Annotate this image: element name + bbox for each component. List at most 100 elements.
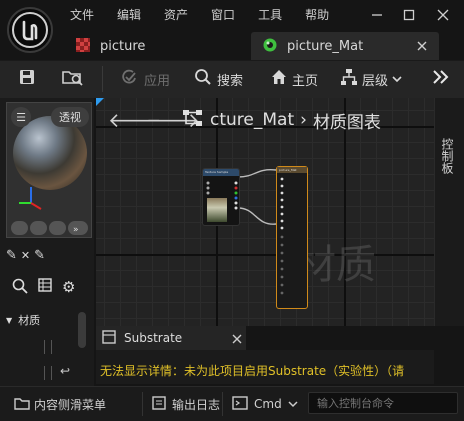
search-icon[interactable] <box>12 278 28 300</box>
preview-shape-plane[interactable] <box>49 221 66 235</box>
search-icon <box>194 68 212 90</box>
apply-label: 应用 <box>144 73 171 89</box>
status-separator <box>142 392 143 416</box>
texture-sample-node[interactable]: Texture Sample <box>202 168 240 226</box>
substrate-warning-message: 无法显示详情：未为此项目启用Substrate（实验性）（请 <box>100 364 405 378</box>
preview-shape-cylinder[interactable] <box>30 221 47 235</box>
graph-navigation-bar: 🡐 🡒 cture_Mat › 材质图表 <box>96 102 434 138</box>
chevron-down-icon <box>392 72 402 87</box>
gear-icon[interactable]: ⚙ <box>62 278 75 300</box>
hierarchy-icon <box>340 68 358 90</box>
texture-thumbnail <box>207 198 227 222</box>
hamburger-icon: ☰ <box>16 110 26 124</box>
material-preview-viewport[interactable]: ☰ 透视 » <box>6 102 92 238</box>
tab-label: picture <box>100 38 146 54</box>
save-icon <box>18 68 36 90</box>
console-command-input[interactable] <box>308 392 458 414</box>
content-drawer-icon <box>14 396 30 413</box>
hierarchy-dropdown[interactable]: 层级 <box>340 68 402 90</box>
preview-shape-more[interactable]: » <box>68 221 88 235</box>
close-icon[interactable] <box>232 333 242 347</box>
details-toolbar: ⚙ <box>12 278 92 300</box>
node-header: picture_Mat <box>277 167 307 173</box>
double-chevron-right-icon: » <box>73 225 79 235</box>
save-button[interactable] <box>18 68 36 90</box>
tab-label: picture_Mat <box>287 38 364 54</box>
left-scrollbar[interactable] <box>78 312 86 348</box>
close-icon[interactable]: ✕ <box>21 249 30 262</box>
node-header: Texture Sample <box>203 169 239 176</box>
output-log-label: 输出日志 <box>172 397 221 412</box>
content-drawer-button[interactable]: 内容侧滑菜单 <box>14 394 106 414</box>
reset-icon[interactable]: ↩ <box>60 364 70 378</box>
edit-icon[interactable]: ✎ <box>34 248 45 263</box>
apply-icon <box>120 68 138 90</box>
tab-picture[interactable]: picture <box>62 32 248 60</box>
right-side-strip <box>434 98 464 326</box>
menu-edit[interactable]: 编辑 <box>117 6 141 24</box>
graph-watermark: 材质 <box>296 242 376 288</box>
graph-hierarchy-icon[interactable] <box>182 108 204 133</box>
node-pins <box>280 177 284 295</box>
content-drawer-label: 内容侧滑菜单 <box>34 397 107 412</box>
output-log-button[interactable]: 输出日志 <box>152 394 220 414</box>
axis-gizmo-icon <box>17 181 47 214</box>
viewport-menu-button[interactable]: ☰ <box>11 107 31 127</box>
double-chevron-right-icon <box>432 69 450 89</box>
menu-asset[interactable]: 资产 <box>164 6 188 24</box>
output-log-icon <box>152 395 166 413</box>
menu-bar: 文件 编辑 资产 窗口 工具 帮助 <box>70 6 352 24</box>
unreal-logo-icon[interactable] <box>7 7 53 53</box>
toolbar-separator <box>102 66 103 92</box>
minimize-button[interactable] <box>362 2 392 28</box>
node-title: picture_Mat <box>279 168 297 172</box>
palette-tab[interactable]: 控制板 <box>436 138 456 174</box>
home-icon <box>270 68 288 90</box>
browse-button[interactable] <box>62 68 84 90</box>
status-separator <box>222 392 223 416</box>
texture-asset-icon <box>76 37 90 55</box>
material-result-node[interactable]: picture_Mat <box>276 166 308 309</box>
close-tab-icon[interactable] <box>417 40 427 54</box>
terminal-icon <box>232 395 248 413</box>
preview-shape-sphere[interactable] <box>11 221 28 235</box>
substrate-icon <box>102 329 116 347</box>
breadcrumb-asset[interactable]: cture_Mat <box>210 110 294 130</box>
menu-tools[interactable]: 工具 <box>258 6 282 24</box>
chevron-right-icon: › <box>300 110 307 130</box>
home-label: 主页 <box>292 73 319 89</box>
preview-sphere <box>13 116 87 190</box>
property-handle[interactable] <box>44 340 52 354</box>
cmd-label: Cmd <box>254 397 282 411</box>
menu-file[interactable]: 文件 <box>70 6 94 24</box>
search-button[interactable]: 搜索 <box>194 68 243 90</box>
menu-window[interactable]: 窗口 <box>211 6 235 24</box>
grid-view-icon[interactable] <box>38 278 52 300</box>
forward-arrow-icon[interactable]: 🡒 <box>146 108 200 132</box>
edit-icon[interactable]: ✎ <box>6 248 17 263</box>
close-window-button[interactable] <box>428 2 458 28</box>
triangle-down-icon: ▼ <box>6 315 13 325</box>
details-list: ↩ <box>6 334 76 384</box>
material-asset-icon <box>263 38 277 55</box>
search-label: 搜索 <box>217 73 244 89</box>
breadcrumb: cture_Mat › 材质图表 <box>182 108 381 133</box>
tab-picture-mat[interactable]: picture_Mat <box>251 32 439 60</box>
left-panel-tabs: ✎ ✕ ✎ <box>6 244 92 266</box>
folder-search-icon <box>62 68 84 90</box>
node-title: Texture Sample <box>205 170 229 174</box>
toolbar-overflow-button[interactable] <box>432 68 450 90</box>
category-material[interactable]: ▼ 材质 <box>6 310 76 330</box>
cmd-dropdown[interactable]: Cmd <box>232 394 298 414</box>
perspective-button[interactable]: 透视 <box>51 107 89 127</box>
chevron-down-icon <box>288 397 298 411</box>
maximize-button[interactable] <box>394 2 424 28</box>
apply-button[interactable]: 应用 <box>120 68 170 90</box>
menu-help[interactable]: 帮助 <box>305 6 329 24</box>
property-handle[interactable] <box>44 366 52 380</box>
home-button[interactable]: 主页 <box>270 68 318 90</box>
substrate-tab[interactable]: Substrate <box>96 326 246 350</box>
category-label: 材质 <box>18 314 41 327</box>
back-arrow-icon[interactable]: 🡐 <box>108 108 162 132</box>
breadcrumb-graph[interactable]: 材质图表 <box>313 108 381 133</box>
